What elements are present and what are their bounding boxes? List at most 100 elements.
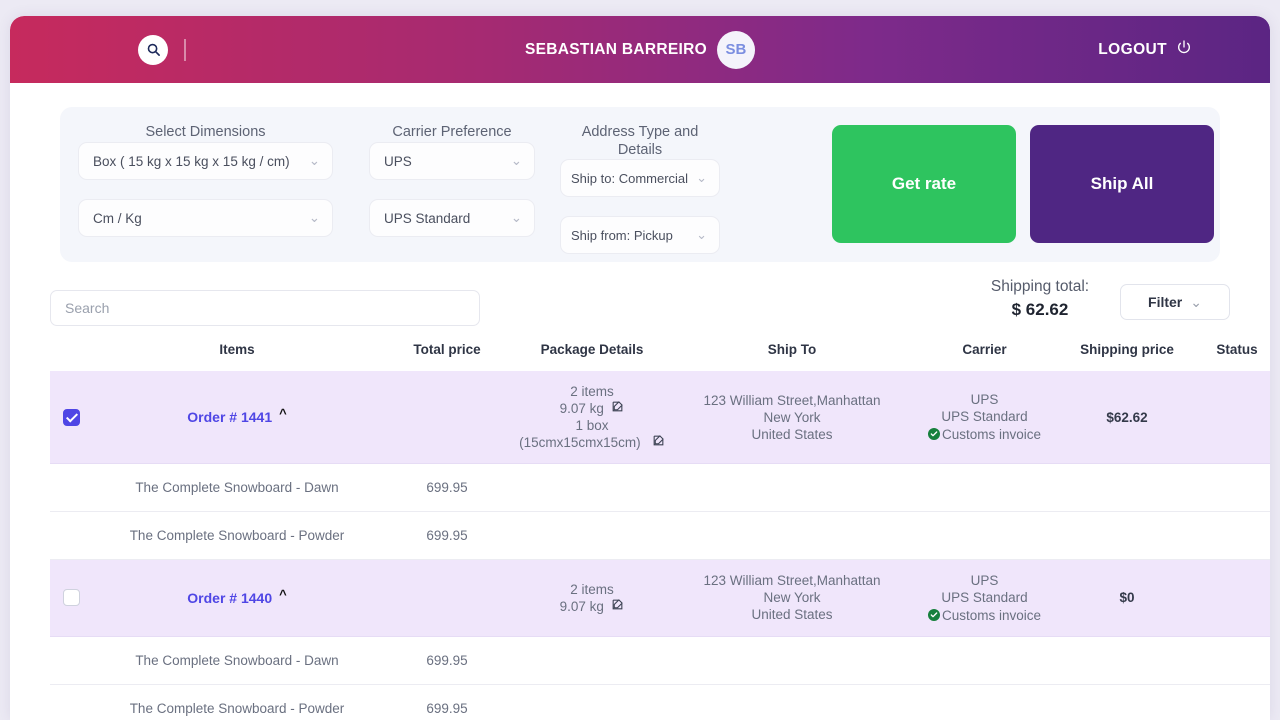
package-dimensions: (15cmx15cmx15cm) [519, 434, 665, 451]
product-package [512, 684, 672, 720]
dimensions-column: Select Dimensions Box ( 15 kg x 15 kg x … [78, 119, 333, 262]
order-link[interactable]: Order # 1441 ^ [187, 407, 287, 425]
product-price: 699.95 [382, 636, 512, 685]
address-line: New York [763, 409, 821, 425]
get-rate-button[interactable]: Get rate [832, 125, 1016, 243]
product-package [512, 463, 672, 512]
product-carrier [912, 636, 1057, 685]
product-price: 699.95 [382, 511, 512, 560]
product-carrier [912, 684, 1057, 720]
col-shipping-price: Shipping price [1080, 342, 1174, 357]
chevron-down-icon: ⌄ [308, 153, 320, 168]
chevron-down-icon: ⌄ [510, 210, 522, 225]
address-line: 123 William Street,Manhattan [703, 573, 881, 589]
orders-table-container: Items Total price Package Details Ship T… [10, 332, 1270, 720]
table-row[interactable]: Order # 1440 ^ 2 items 9.07 kg 123 William … [50, 559, 1270, 637]
header-divider [184, 38, 186, 61]
col-carrier: Carrier [962, 342, 1007, 357]
search-icon[interactable] [138, 34, 168, 65]
logout-label: LOGOUT [1098, 40, 1167, 58]
product-status [1197, 636, 1270, 685]
shipping-price-value: $0 [1119, 590, 1135, 606]
shipping-total-label: Shipping total: [990, 278, 1090, 295]
carrier-title: Carrier Preference [392, 124, 512, 140]
table-header-row: Items Total price Package Details Ship T… [50, 332, 1270, 371]
address-line: 123 William Street,Manhattan [703, 392, 881, 408]
package-weight: 9.07 kg [560, 598, 625, 615]
status-cell [1197, 559, 1270, 637]
product-price: 699.95 [382, 684, 512, 720]
panel-actions: Get rate Ship All [832, 125, 1214, 243]
list-item: The Complete Snowboard - Dawn 699.95 [50, 463, 1270, 512]
carrier-line: UPS [970, 392, 999, 408]
user-name: SEBASTIAN BARREIRO [525, 40, 707, 58]
edit-icon[interactable] [611, 401, 624, 416]
search-input[interactable] [50, 290, 480, 326]
user-profile[interactable]: SEBASTIAN BARREIRO SB [525, 30, 755, 69]
product-package [512, 511, 672, 560]
product-status [1197, 684, 1270, 720]
power-icon [1176, 39, 1192, 60]
product-spacer [50, 636, 92, 685]
box-size-value: Box ( 15 kg x 15 kg x 15 kg / cm) [93, 153, 290, 169]
order-link[interactable]: Order # 1440 ^ [187, 588, 287, 606]
carrier-cell: UPS UPS Standard Customs invoice [912, 559, 1057, 637]
col-package-details: Package Details [540, 342, 644, 357]
product-ship-to [672, 636, 912, 685]
ship-from-value: Ship from: Pickup [571, 227, 673, 243]
table-row[interactable]: Order # 1441 ^ 2 items 9.07 kg 1 box (15cmx1… [50, 371, 1270, 464]
row-checkbox[interactable] [62, 408, 80, 426]
row-select-cell [50, 371, 92, 464]
product-shipping-price [1057, 511, 1197, 560]
col-ship-to: Ship To [767, 342, 817, 357]
shipping-total-value: $ 62.62 [1011, 300, 1069, 319]
customs-invoice: Customs invoice [927, 607, 1041, 624]
product-ship-to [672, 511, 912, 560]
chevron-up-icon[interactable]: ^ [279, 588, 287, 601]
carrier-cell: UPS UPS Standard Customs invoice [912, 371, 1057, 464]
order-label: Order # 1440 [187, 589, 273, 606]
carrier-service-value: UPS Standard [384, 210, 471, 226]
chevron-up-icon[interactable]: ^ [279, 407, 287, 420]
box-size-select[interactable]: Box ( 15 kg x 15 kg x 15 kg / cm) ⌄ [78, 142, 333, 180]
order-total-price [382, 371, 512, 464]
chevron-down-icon: ⌄ [1190, 293, 1202, 310]
edit-icon[interactable] [611, 598, 624, 614]
address-line: New York [763, 590, 821, 606]
product-spacer [50, 463, 92, 512]
carrier-value: UPS [384, 153, 412, 169]
package-weight: 9.07 kg [519, 400, 665, 417]
logout-button[interactable]: LOGOUT [1098, 39, 1192, 60]
row-checkbox[interactable] [62, 589, 80, 607]
package-details: 2 items 9.07 kg [560, 581, 625, 615]
product-price: 699.95 [382, 463, 512, 512]
row-select-cell [50, 559, 92, 637]
package-boxes: 1 box [575, 418, 609, 433]
ship-all-button[interactable]: Ship All [1030, 125, 1214, 243]
status-cell [1197, 371, 1270, 464]
units-value: Cm / Kg [93, 210, 142, 226]
product-name: The Complete Snowboard - Powder [92, 684, 382, 720]
table-toolbar: Shipping total: $ 62.62 Filter ⌄ [10, 262, 1270, 332]
carrier-select[interactable]: UPS ⌄ [369, 142, 535, 180]
address-column: Address Type and Details Ship to: Commer… [560, 119, 720, 262]
carrier-line: UPS Standard [941, 409, 1028, 425]
customs-invoice-label: Customs invoice [941, 426, 1042, 442]
ship-from-select[interactable]: Ship from: Pickup ⌄ [560, 216, 720, 254]
carrier-column: Carrier Preference UPS ⌄ UPS Standard ⌄ [369, 119, 535, 262]
filter-button[interactable]: Filter ⌄ [1120, 284, 1230, 320]
carrier-line: UPS Standard [941, 590, 1028, 605]
product-status [1197, 463, 1270, 512]
product-name: The Complete Snowboard - Dawn [92, 636, 382, 685]
order-label: Order # 1441 [187, 409, 273, 425]
product-status [1197, 511, 1270, 560]
package-items: 2 items [570, 581, 614, 597]
package-cell: 2 items 9.07 kg [512, 559, 672, 637]
units-select[interactable]: Cm / Kg ⌄ [78, 199, 333, 237]
carrier-service-select[interactable]: UPS Standard ⌄ [369, 199, 535, 237]
edit-icon[interactable] [652, 435, 665, 450]
ship-to-select[interactable]: Ship to: Commercial ⌄ [560, 159, 720, 197]
avatar[interactable]: SB [716, 30, 755, 69]
chevron-down-icon: ⌄ [510, 153, 522, 168]
top-navigation-bar: SEBASTIAN BARREIRO SB LOGOUT [10, 16, 1270, 83]
